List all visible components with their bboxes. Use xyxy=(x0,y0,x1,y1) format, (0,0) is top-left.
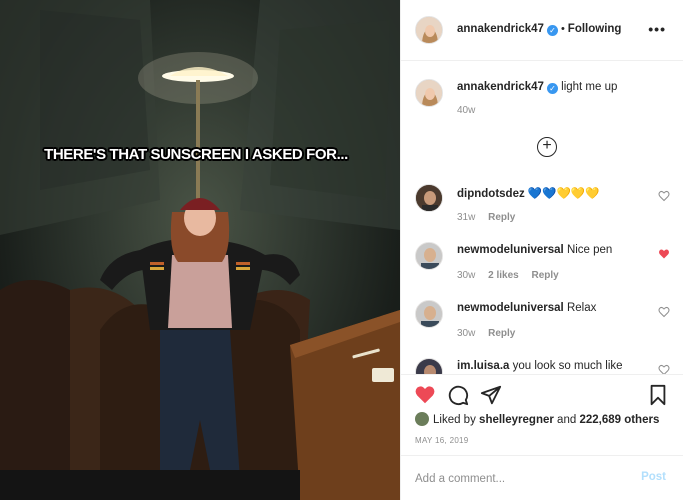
likes-summary: Liked by shelleyregner and 222,689 other… xyxy=(415,412,659,426)
verified-icon: ✓ xyxy=(546,25,558,36)
likes-joiner: and xyxy=(557,414,577,426)
action-bar xyxy=(401,380,683,410)
add-comment-input[interactable] xyxy=(415,470,625,488)
comment-text: Relax xyxy=(566,302,597,314)
comment-text-line: im.luisa.a you look so much like xyxy=(457,360,623,372)
comment-like-heart-icon[interactable] xyxy=(658,306,670,318)
header-user-line: annakendrick47 ✓ • Following xyxy=(457,23,621,36)
share-icon[interactable] xyxy=(480,384,502,406)
load-more-comments-button[interactable]: + xyxy=(537,137,557,157)
caption-avatar[interactable] xyxy=(415,79,443,107)
caption-time[interactable]: 40w xyxy=(457,105,475,116)
comment-time[interactable]: 31w xyxy=(457,212,475,223)
comment-text: 💙💙💛💛💛 xyxy=(527,188,600,200)
comment-meta: 30w Reply xyxy=(457,328,525,339)
commenter-username[interactable]: newmodeluniversal xyxy=(457,244,564,256)
commenter-username[interactable]: dipndotsdez xyxy=(457,188,525,200)
verified-icon: ✓ xyxy=(546,83,558,94)
comment-text-line: newmodeluniversal Relax xyxy=(457,302,596,314)
separator-dot: • xyxy=(560,23,565,35)
caption-line: annakendrick47 ✓ light me up xyxy=(457,81,617,94)
meme-caption: THERE'S THAT SUNSCREEN I ASKED FOR... xyxy=(44,146,348,163)
comment-item: newmodeluniversal Relax 30w Reply xyxy=(401,300,683,356)
comment-time[interactable]: 30w xyxy=(457,270,475,281)
caption-username[interactable]: annakendrick47 xyxy=(457,81,544,93)
comment-liked-heart-icon[interactable] xyxy=(658,248,670,260)
comment-icon[interactable] xyxy=(447,384,469,406)
comment-text-line: dipndotsdez 💙💙💛💛💛 xyxy=(457,186,600,200)
likes-others-count[interactable]: 222,689 others xyxy=(579,414,659,426)
likes-prefix: Liked by xyxy=(433,414,476,426)
reply-button[interactable]: Reply xyxy=(532,270,559,281)
author-username[interactable]: annakendrick47 xyxy=(457,23,544,35)
commenter-avatar[interactable] xyxy=(415,184,443,212)
reply-button[interactable]: Reply xyxy=(488,212,515,223)
more-options-icon[interactable]: ••• xyxy=(648,21,666,37)
comment-item: im.luisa.a you look so much like xyxy=(401,358,683,374)
comment-time[interactable]: 30w xyxy=(457,328,475,339)
comment-meta: 30w 2 likes Reply xyxy=(457,270,569,281)
comment-likes-count[interactable]: 2 likes xyxy=(488,270,519,281)
author-avatar[interactable] xyxy=(415,16,443,44)
comment-item: dipndotsdez 💙💙💛💛💛 31w Reply xyxy=(401,184,683,240)
photo-scene xyxy=(0,0,400,500)
commenter-username[interactable]: im.luisa.a xyxy=(457,360,509,372)
post-comment-button[interactable]: Post xyxy=(641,471,666,483)
post-header: annakendrick47 ✓ • Following ••• xyxy=(401,0,683,61)
heart-icon[interactable] xyxy=(414,384,436,406)
commenter-username[interactable]: newmodeluniversal xyxy=(457,302,564,314)
commenter-avatar[interactable] xyxy=(415,242,443,270)
comment-like-heart-icon[interactable] xyxy=(658,190,670,202)
post-date[interactable]: MAY 16, 2019 xyxy=(415,436,469,445)
post-side-panel: annakendrick47 ✓ • Following ••• annakendri… xyxy=(400,0,683,500)
bookmark-icon[interactable] xyxy=(647,384,669,406)
comment-item: newmodeluniversal Nice pen 30w 2 likes R… xyxy=(401,242,683,298)
comment-text-line: newmodeluniversal Nice pen xyxy=(457,244,612,256)
caption-text: light me up xyxy=(561,81,618,93)
liker-avatar[interactable] xyxy=(415,412,429,426)
following-button[interactable]: Following xyxy=(568,23,622,35)
add-comment-row: Post xyxy=(401,455,683,500)
comment-text: you look so much like xyxy=(512,360,623,372)
commenter-avatar[interactable] xyxy=(415,300,443,328)
liker-username[interactable]: shelleyregner xyxy=(479,414,554,426)
comment-like-heart-icon[interactable] xyxy=(658,364,670,374)
commenter-avatar[interactable] xyxy=(415,358,443,374)
comment-text: Nice pen xyxy=(566,244,613,256)
actions-divider xyxy=(401,374,683,375)
reply-button[interactable]: Reply xyxy=(488,328,515,339)
post-photo[interactable]: THERE'S THAT SUNSCREEN I ASKED FOR... xyxy=(0,0,400,500)
comment-meta: 31w Reply xyxy=(457,212,525,223)
